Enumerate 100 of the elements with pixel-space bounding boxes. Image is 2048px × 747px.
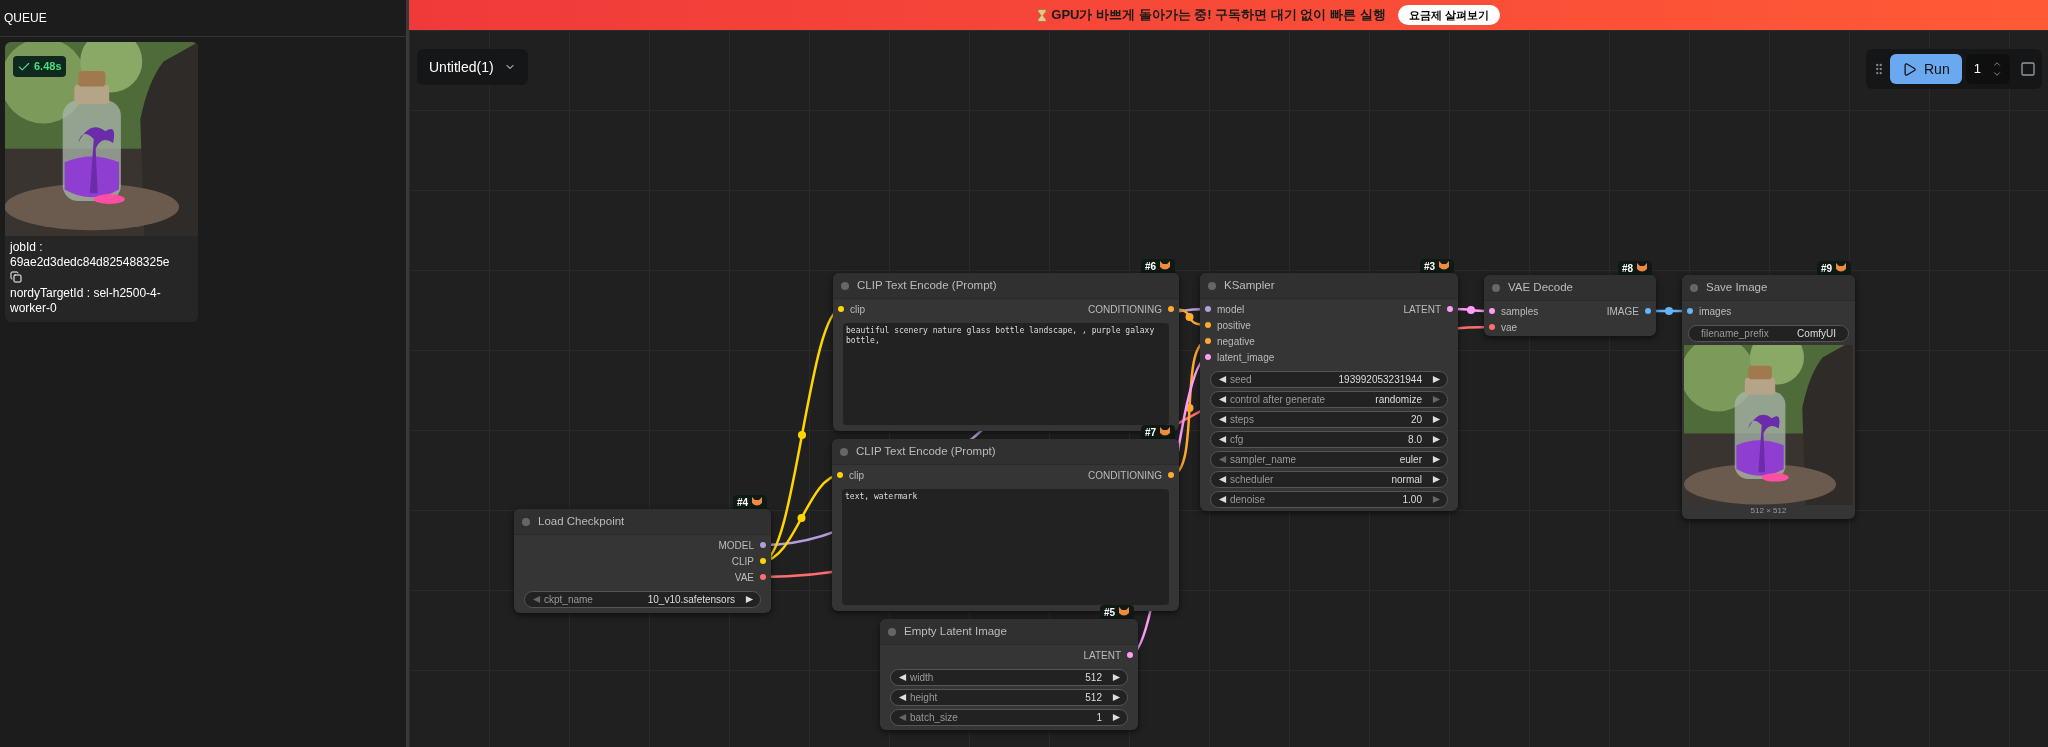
number-widget[interactable]: steps 20 (1210, 411, 1448, 428)
pricing-button[interactable]: 요금제 살펴보기 (1397, 5, 1500, 25)
node-title: Empty Latent Image (904, 623, 1007, 639)
widget-value: normal (1391, 473, 1422, 487)
input-slot[interactable] (1205, 322, 1211, 328)
decrement-button[interactable] (896, 671, 908, 684)
decrement-button[interactable] (1216, 413, 1228, 426)
input-slot[interactable] (1205, 354, 1211, 360)
widget-value: 8.0 (1408, 433, 1422, 447)
widget-value: 512 (1085, 671, 1102, 685)
slot-label: vae (1501, 320, 1518, 335)
input-slot[interactable] (837, 472, 843, 478)
slot-label: clip (849, 468, 864, 483)
slot-label: CONDITIONING (1088, 468, 1162, 483)
increment-button[interactable] (1430, 373, 1442, 386)
text-widget[interactable]: filename_prefix ComfyUI (1688, 325, 1849, 342)
increment-button[interactable] (1430, 453, 1442, 466)
node-card[interactable]: VAE Decode samples IMAGE vae (1484, 275, 1656, 336)
increment-button[interactable] (1430, 433, 1442, 446)
slot-label: VAE (734, 570, 754, 585)
widget-label: denoise (1230, 493, 1266, 507)
number-widget[interactable]: ckpt_name 10_v10.safetensors (524, 591, 761, 608)
slot-label: negative (1217, 334, 1255, 349)
widget-value: 20 (1410, 413, 1422, 427)
number-widget[interactable]: seed 193992053231944 (1210, 371, 1448, 388)
node-title: Save Image (1706, 279, 1768, 295)
input-slot[interactable] (1489, 308, 1495, 314)
decrement-button[interactable] (1216, 373, 1228, 386)
increment-button[interactable] (1110, 691, 1122, 704)
node-card[interactable]: Load Checkpoint MODEL CLIP VAE ckpt_name 10_v10.safetensors (514, 509, 771, 613)
slot-label: LATENT (1403, 302, 1441, 317)
decrement-button[interactable] (1216, 493, 1228, 506)
increment-button[interactable] (1430, 473, 1442, 486)
number-widget[interactable]: denoise 1.00 (1210, 491, 1448, 508)
node-card[interactable]: Save Image images filename_prefix ComfyUI 512 × 512 (1682, 275, 1855, 519)
output-slot[interactable] (1645, 308, 1651, 314)
input-slot[interactable] (1489, 324, 1495, 330)
queue-card[interactable]: 6.48s jobId : 69ae2d3dedc84d825488325e nordyTargetId : sel-h2500-4-worker-0 (5, 42, 198, 322)
decrement-icon[interactable] (1991, 69, 2002, 79)
increment-button[interactable] (743, 593, 755, 606)
fox-icon (1636, 262, 1649, 274)
checkbox-icon[interactable] (2019, 61, 2036, 77)
output-slot[interactable] (760, 542, 766, 548)
input-slot[interactable] (1205, 338, 1211, 344)
input-slot[interactable] (1687, 308, 1693, 314)
copy-icon[interactable] (10, 271, 22, 283)
slot-label: LATENT (1083, 648, 1121, 663)
output-slot[interactable] (1127, 652, 1133, 658)
input-slot[interactable] (838, 306, 844, 312)
decrement-button[interactable] (896, 691, 908, 704)
slot-label: MODEL (718, 538, 754, 553)
slot-label: images (1699, 304, 1732, 319)
widget-value: 512 (1085, 691, 1102, 705)
widget-label: scheduler (1230, 473, 1274, 487)
decrement-button[interactable] (1216, 473, 1228, 486)
run-button[interactable]: Run (1890, 54, 1962, 84)
widget-label: width (910, 671, 934, 685)
batch-count: 1 (1973, 60, 1981, 79)
increment-icon[interactable] (1991, 59, 2002, 69)
slot-label: model (1217, 302, 1245, 317)
number-widget[interactable]: sampler_name euler (1210, 451, 1448, 468)
decrement-button[interactable] (1216, 433, 1228, 446)
number-widget[interactable]: control after generate randomize (1210, 391, 1448, 408)
increment-button[interactable] (1110, 711, 1122, 724)
node-id: #3 (1424, 259, 1436, 274)
slot-label: CLIP (731, 554, 754, 569)
increment-button[interactable] (1430, 413, 1442, 426)
banner-message: GPU가 바쁘게 돌아가는 중! 구독하면 대기 없이 빠른 실행 (1051, 6, 1386, 25)
panel-title: QUEUE (4, 10, 47, 27)
widget-label: sampler_name (1230, 453, 1297, 467)
output-slot[interactable] (1168, 472, 1174, 478)
widget-label: batch_size (910, 711, 958, 725)
node-title: KSampler (1224, 277, 1275, 293)
output-slot[interactable] (760, 558, 766, 564)
output-slot[interactable] (1447, 306, 1453, 312)
play-icon (1902, 61, 1917, 77)
increment-button[interactable] (1110, 671, 1122, 684)
number-widget[interactable]: height 512 (890, 689, 1128, 706)
prompt-field[interactable]: beautiful scenery nature glass bottle landscape, , purple galaxy bottle, (843, 323, 1169, 425)
number-widget[interactable]: width 512 (890, 669, 1128, 686)
fox-icon (1438, 260, 1451, 272)
number-widget[interactable]: scheduler normal (1210, 471, 1448, 488)
fox-icon (1159, 426, 1172, 438)
node-card[interactable]: KSampler model LATENT positive negative latent_image seed 193992053231944 control after generate randomize steps 20 cfg 8.0 sampler_name euler scheduler normal denoise 1.00 (1200, 273, 1458, 511)
number-widget[interactable]: batch_size 1 (890, 709, 1128, 726)
batch-count-field[interactable]: 1 (1965, 54, 2010, 84)
input-slot[interactable] (1205, 306, 1211, 312)
number-widget[interactable]: cfg 8.0 (1210, 431, 1448, 448)
prompt-field[interactable]: text, watermark (842, 489, 1169, 605)
output-slot[interactable] (1168, 306, 1174, 312)
widget-value: 1.00 (1402, 493, 1422, 507)
widget-label: steps (1230, 413, 1254, 427)
output-slot[interactable] (760, 574, 766, 580)
widget-value: 193992053231944 (1338, 373, 1422, 387)
node-card[interactable]: Empty Latent Image LATENT width 512 height 512 batch_size 1 (880, 619, 1138, 730)
widget-label: filename_prefix (1701, 327, 1769, 341)
node-title: Load Checkpoint (538, 513, 625, 529)
workflow-tab[interactable]: Untitled(1) (417, 49, 528, 85)
decrement-button[interactable] (1216, 393, 1228, 406)
slot-label: latent_image (1217, 350, 1275, 365)
